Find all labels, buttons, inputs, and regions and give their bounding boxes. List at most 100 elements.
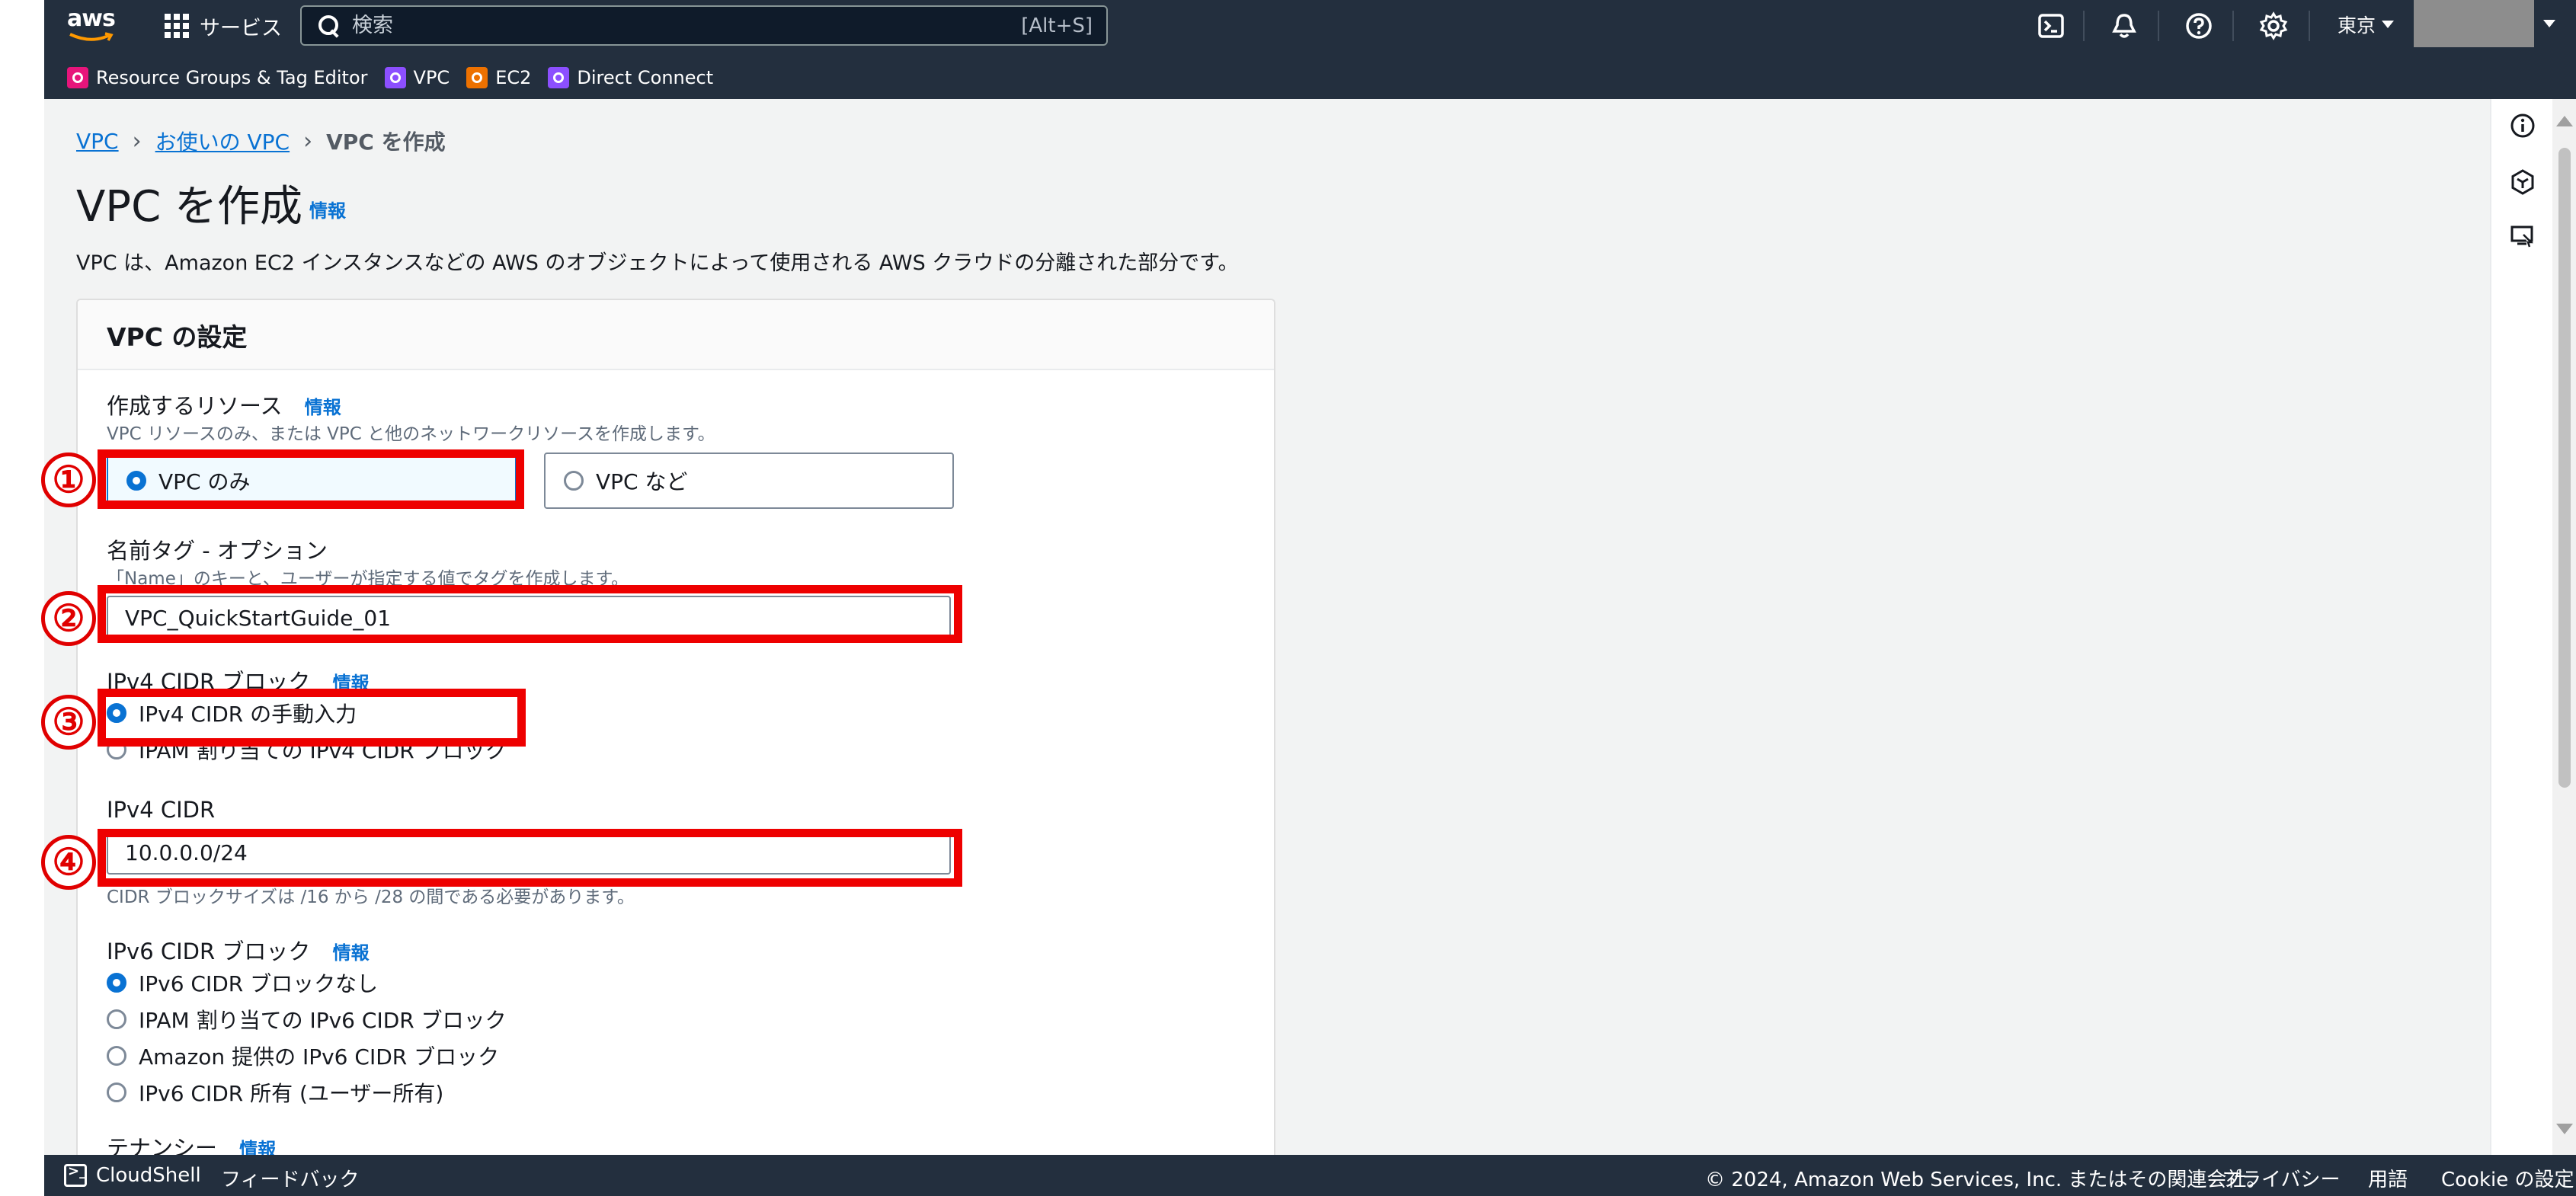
caret-down-icon	[2382, 21, 2395, 28]
vpc-service-icon	[384, 67, 406, 88]
breadcrumb-current: VPC を作成	[326, 130, 446, 155]
resources-label-row: 作成するリソース 情報	[107, 389, 341, 421]
favorite-direct-connect[interactable]: Direct Connect	[548, 67, 713, 88]
services-menu-button[interactable]: サービス	[165, 9, 282, 43]
ec2-service-icon	[466, 67, 488, 88]
left-margin	[0, 0, 44, 1155]
feedback-link[interactable]: フィードバック	[221, 1164, 359, 1192]
chevron-right-icon: ›	[303, 127, 313, 155]
annotation-box-4	[98, 829, 962, 887]
resources-info-link[interactable]: 情報	[305, 397, 341, 418]
favorite-ec2[interactable]: EC2	[466, 67, 531, 88]
favorite-label: VPC	[413, 67, 450, 88]
ipv6-option-none[interactable]: IPv6 CIDR ブロックなし	[107, 967, 378, 998]
radio-unselected[interactable]	[107, 1009, 126, 1029]
resource-option-label: VPC など	[596, 469, 688, 494]
ipv6-option-byoip[interactable]: IPv6 CIDR 所有 (ユーザー所有)	[107, 1077, 443, 1108]
info-panel-icon[interactable]	[2508, 111, 2537, 140]
nav-divider	[2309, 11, 2310, 41]
settings-gear-icon[interactable]	[2258, 11, 2289, 41]
direct-connect-service-icon	[548, 67, 570, 88]
account-caret-down-icon[interactable]	[2543, 20, 2555, 27]
radio-unselected[interactable]	[564, 471, 584, 491]
cookie-settings-link[interactable]: Cookie の設定	[2441, 1164, 2574, 1192]
nav-divider	[2232, 11, 2234, 41]
radio-unselected[interactable]	[107, 1082, 126, 1102]
notifications-bell-icon[interactable]	[2109, 11, 2139, 41]
region-label: 東京	[2338, 14, 2376, 37]
scroll-down-arrow-icon[interactable]	[2556, 1124, 2573, 1134]
resource-option-vpc-and-more[interactable]: VPC など	[544, 452, 954, 509]
ipv6-option-label: IPv6 CIDR 所有 (ユーザー所有)	[139, 1081, 444, 1106]
ipv6-block-label: IPv6 CIDR ブロック	[107, 939, 311, 964]
favorite-label: Resource Groups & Tag Editor	[96, 67, 368, 88]
aws-logo[interactable]: aws	[67, 8, 120, 44]
aws-smile-icon	[69, 32, 114, 41]
radio-selected[interactable]	[107, 973, 126, 993]
breadcrumb-link-your-vpcs[interactable]: お使いの VPC	[155, 126, 290, 156]
page-scrollbar[interactable]	[2552, 99, 2576, 1155]
ipv6-option-amazon[interactable]: Amazon 提供の IPv6 CIDR ブロック	[107, 1041, 499, 1071]
annotation-box-2	[98, 585, 962, 643]
feedback-screen-icon[interactable]	[2508, 222, 2537, 251]
annotation-marker-2: ②	[41, 591, 96, 646]
privacy-link[interactable]: プライバシー	[2222, 1164, 2340, 1192]
resources-description: VPC リソースのみ、または VPC と他のネットワークリソースを作成します。	[107, 424, 715, 444]
resource-hexagon-icon[interactable]	[2508, 168, 2537, 197]
chevron-right-icon: ›	[132, 127, 142, 155]
account-menu[interactable]	[2414, 0, 2534, 47]
nav-divider	[2083, 11, 2085, 41]
page-description: VPC は、Amazon EC2 インスタンスなどの AWS のオブジェクトによ…	[76, 251, 1239, 275]
terms-link[interactable]: 用語	[2368, 1164, 2408, 1192]
resources-label: 作成するリソース	[107, 393, 283, 419]
panel-header: VPC の設定	[78, 300, 1274, 370]
ipv4-cidr-label: IPv4 CIDR	[107, 797, 216, 823]
help-icon[interactable]	[2184, 11, 2214, 41]
page-title: VPC を作成	[76, 182, 302, 232]
breadcrumb-link-vpc[interactable]: VPC	[76, 129, 119, 154]
search-input[interactable]	[352, 14, 1022, 37]
tenancy-label-row: テナンシー 情報	[107, 1130, 276, 1155]
ipv6-option-label: IPv6 CIDR ブロックなし	[139, 971, 379, 996]
cloudshell-button[interactable]: CloudShell	[64, 1163, 201, 1187]
right-tools-rail	[2490, 99, 2552, 1155]
scroll-thumb[interactable]	[2558, 148, 2571, 788]
search-bar[interactable]: [Alt+S]	[300, 5, 1108, 46]
search-icon	[317, 14, 341, 38]
ipv6-block-label-row: IPv6 CIDR ブロック 情報	[107, 934, 370, 966]
aws-logo-text: aws	[67, 5, 116, 32]
region-selector[interactable]: 東京	[2338, 11, 2395, 38]
cloudshell-label: CloudShell	[96, 1164, 201, 1187]
tenancy-label: テナンシー	[107, 1135, 218, 1155]
favorite-label: Direct Connect	[577, 67, 714, 88]
resource-groups-icon	[67, 67, 88, 88]
services-label: サービス	[200, 16, 282, 40]
favorite-vpc[interactable]: VPC	[384, 67, 450, 88]
cloudshell-terminal-icon	[64, 1163, 87, 1187]
name-tag-label: 名前タグ - オプション	[107, 538, 328, 564]
ipv6-block-info-link[interactable]: 情報	[333, 942, 370, 964]
ipv6-option-ipam[interactable]: IPAM 割り当ての IPv6 CIDR ブロック	[107, 1004, 507, 1035]
annotation-marker-3: ③	[41, 695, 96, 750]
annotation-box-3	[98, 689, 526, 747]
ipv6-option-label: Amazon 提供の IPv6 CIDR ブロック	[139, 1044, 500, 1070]
favorite-label: EC2	[495, 67, 532, 88]
nav-divider	[2158, 11, 2159, 41]
breadcrumb: VPC › お使いの VPC › VPC を作成	[76, 126, 446, 156]
title-info-link[interactable]: 情報	[309, 196, 346, 222]
annotation-marker-4: ④	[41, 835, 96, 890]
ipv6-option-label: IPAM 割り当ての IPv6 CIDR ブロック	[139, 1008, 507, 1033]
footer: CloudShell フィードバック © 2024, Amazon Web Se…	[44, 1155, 2576, 1196]
annotation-marker-1: ①	[41, 452, 96, 507]
favorites-bar: Resource Groups & Tag Editor VPC EC2 Dir…	[44, 62, 2576, 93]
annotation-box-1	[98, 449, 524, 509]
scroll-up-arrow-icon[interactable]	[2556, 116, 2573, 126]
panel-title: VPC の設定	[107, 322, 248, 352]
radio-unselected[interactable]	[107, 1046, 126, 1066]
favorite-resource-groups[interactable]: Resource Groups & Tag Editor	[67, 67, 368, 88]
tenancy-info-link[interactable]: 情報	[239, 1139, 276, 1155]
services-grid-icon	[165, 14, 189, 38]
cloudshell-icon[interactable]	[2036, 11, 2066, 41]
copyright-text: © 2024, Amazon Web Services, Inc. またはその関…	[1705, 1169, 2267, 1191]
top-bar: aws サービス [Alt+S]	[44, 0, 2576, 52]
